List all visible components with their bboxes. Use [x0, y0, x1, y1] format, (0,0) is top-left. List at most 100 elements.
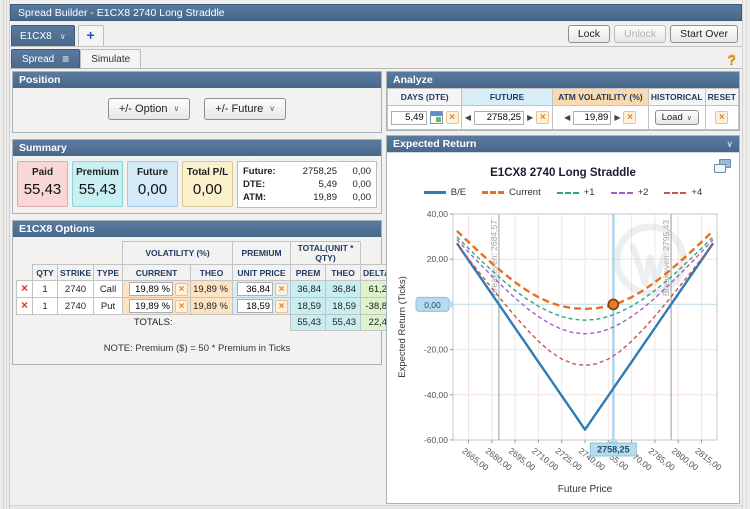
chart-title: E1CX8 2740 Long Straddle: [387, 167, 739, 179]
chevron-down-icon: ∨: [687, 114, 692, 122]
col-days-dte: DAYS (DTE): [388, 89, 462, 106]
premium-label: Premium: [73, 167, 122, 178]
premium-value: 55,43: [73, 181, 122, 198]
call-unit-price-input[interactable]: [237, 282, 273, 296]
delete-row-icon[interactable]: ×: [21, 298, 28, 312]
expected-return-title: Expected Return: [393, 138, 476, 150]
clear-icon[interactable]: ×: [175, 300, 188, 313]
calendar-icon[interactable]: [430, 111, 443, 124]
reset-icon[interactable]: ×: [715, 111, 728, 124]
put-qty: 1: [33, 298, 58, 315]
lock-button[interactable]: Lock: [568, 25, 610, 43]
call-theo: 36,84: [326, 281, 361, 298]
print-chart-icon[interactable]: [714, 159, 731, 173]
future-label: Future: [128, 167, 177, 178]
call-current-vol-input[interactable]: [129, 282, 173, 296]
collapse-icon[interactable]: ∨: [726, 139, 733, 150]
increase-vol-icon[interactable]: ▶: [614, 113, 620, 122]
legend-label: +4: [691, 187, 702, 198]
col-type: TYPE: [94, 265, 123, 281]
right-splitter[interactable]: [742, 0, 750, 509]
put-unit-price-input[interactable]: [237, 299, 273, 313]
delete-row-icon[interactable]: ×: [21, 281, 28, 295]
add-option-label: +/- Option: [119, 103, 168, 115]
totals-row: TOTALS: 55,43 55,43 22,4: [17, 315, 392, 331]
legend-label: B/E: [451, 187, 466, 198]
col-strike: STRIKE: [58, 265, 94, 281]
add-tab-button[interactable]: +: [78, 25, 104, 46]
main-content: Position +/- Option ∨ +/- Future ∨: [10, 69, 742, 504]
info-row-dte: DTE: 5,49 0,00: [243, 178, 371, 191]
options-panel: E1CX8 Options VOLATILITY (%): [12, 220, 382, 365]
plus-icon: +: [86, 27, 94, 43]
put-current-vol-input[interactable]: [129, 299, 173, 313]
legend-item: +4: [664, 187, 702, 198]
tab-spread-label: Spread: [22, 54, 54, 65]
add-future-button[interactable]: +/- Future ∨: [204, 98, 286, 120]
load-historical-button[interactable]: Load ∨: [655, 110, 699, 125]
svg-text:40,00: 40,00: [427, 209, 449, 219]
total-pl-box: Total P/L 0,00: [182, 161, 233, 207]
legend-label: +2: [638, 187, 649, 198]
position-title: Position: [19, 74, 60, 86]
start-over-button[interactable]: Start Over: [670, 25, 738, 43]
add-future-label: +/- Future: [215, 103, 263, 115]
totals-label: TOTALS:: [17, 315, 291, 331]
spread-builder-window: Spread Builder - E1CX8 2740 Long Straddl…: [10, 4, 742, 505]
col-unit-price: UNIT PRICE: [233, 265, 291, 281]
tab-instrument-e1cx8[interactable]: E1CX8 ∨: [11, 25, 75, 46]
clear-icon[interactable]: ×: [275, 283, 288, 296]
paid-label: Paid: [18, 167, 67, 178]
expected-return-panel: Expected Return ∨ E1CX8 2740 Long Stradd…: [386, 135, 740, 504]
left-splitter[interactable]: [0, 0, 10, 509]
col-theo: THEO: [326, 265, 361, 281]
call-qty: 1: [33, 281, 58, 298]
decrease-future-icon[interactable]: ◀: [465, 113, 471, 122]
right-column: Analyze DAYS (DTE) FUTURE ATM VOLATILITY…: [386, 71, 740, 502]
chart-legend: B/E Current +1 +2 +4: [387, 187, 739, 198]
increase-future-icon[interactable]: ▶: [527, 113, 533, 122]
decrease-vol-icon[interactable]: ◀: [564, 113, 570, 122]
position-body: +/- Option ∨ +/- Future ∨: [13, 88, 381, 132]
future-box: Future 0,00: [127, 161, 178, 207]
clear-icon[interactable]: ×: [623, 111, 636, 124]
future-input[interactable]: [474, 111, 524, 125]
tab-simulate[interactable]: Simulate: [80, 49, 141, 68]
current-marker: [608, 299, 618, 309]
call-theo-vol: 19,89 %: [191, 281, 233, 298]
clear-icon[interactable]: ×: [536, 111, 549, 124]
legend-item: B/E: [424, 187, 466, 198]
clear-icon[interactable]: ×: [446, 111, 459, 124]
clear-icon[interactable]: ×: [275, 300, 288, 313]
add-option-button[interactable]: +/- Option ∨: [108, 98, 190, 120]
unlock-button[interactable]: Unlock: [614, 25, 666, 43]
chart-area: E1CX8 2740 Long Straddle B/E Current +1 …: [387, 152, 739, 503]
bottom-splitter[interactable]: [10, 505, 742, 509]
col-future: FUTURE: [462, 89, 553, 106]
analyze-panel: Analyze DAYS (DTE) FUTURE ATM VOLATILITY…: [386, 71, 740, 131]
chevron-down-icon: ∨: [173, 104, 179, 113]
position-panel-header: Position: [13, 72, 381, 88]
tab-instrument-label: E1CX8: [20, 31, 52, 42]
svg-text:2815,00: 2815,00: [693, 446, 724, 473]
summary-panel-header: Summary: [13, 140, 381, 156]
dte-input[interactable]: [391, 111, 427, 125]
expected-return-header: Expected Return ∨: [387, 136, 739, 152]
summary-title: Summary: [19, 142, 67, 154]
total-pl-value: 0,00: [183, 181, 232, 198]
summary-panel: Summary Paid 55,43 Premium 55,43 Future: [12, 139, 382, 214]
clear-icon[interactable]: ×: [175, 283, 188, 296]
col-atm-volatility: ATM VOLATILITY (%): [552, 89, 648, 106]
col-historical: HISTORICAL: [648, 89, 705, 106]
tab-spread[interactable]: Spread ≡: [11, 49, 80, 68]
put-theo-vol: 19,89 %: [191, 298, 233, 315]
atm-vol-input[interactable]: [573, 111, 611, 125]
expected-return-chart: Breakeven: 2684,57Breakeven: 2795,432665…: [387, 200, 739, 503]
legend-item: +2: [611, 187, 649, 198]
svg-text:Breakeven: 2684,57: Breakeven: 2684,57: [489, 220, 499, 296]
call-strike: 2740: [58, 281, 94, 298]
premium-note: NOTE: Premium ($) = 50 * Premium in Tick…: [16, 343, 378, 354]
options-title: E1CX8 Options: [19, 223, 95, 235]
analyze-title: Analyze: [393, 74, 433, 86]
help-icon[interactable]: ?: [727, 51, 736, 67]
